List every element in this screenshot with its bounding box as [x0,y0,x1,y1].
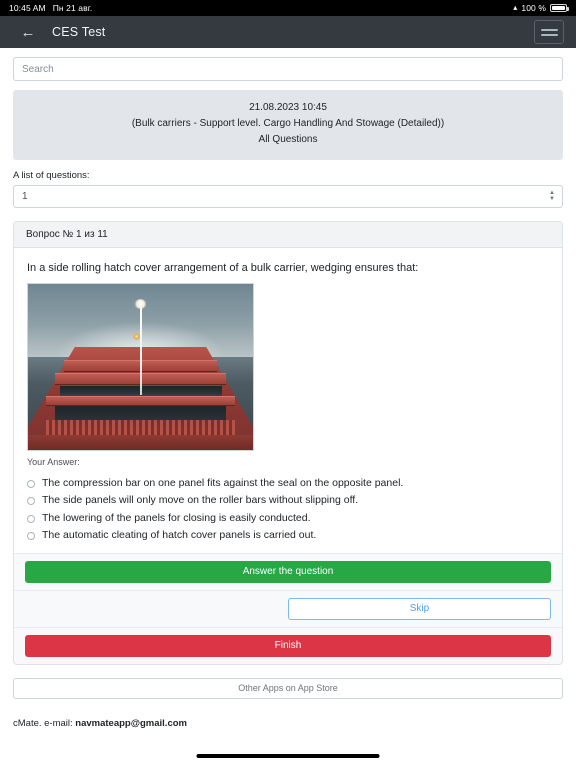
back-arrow-icon[interactable]: ← [20,25,36,40]
answer-option[interactable]: The lowering of the panels for closing i… [27,510,551,528]
answer-option[interactable]: The side panels will only move on the ro… [27,492,551,510]
question-counter: Вопрос № 1 из 11 [14,221,562,248]
skip-row: Skip [14,590,562,628]
question-card-body: In a side rolling hatch cover arrangemen… [14,248,562,545]
answer-option-label: The automatic cleating of hatch cover pa… [42,529,317,542]
test-datetime: 21.08.2023 10:45 [249,102,327,113]
answer-option-label: The side panels will only move on the ro… [42,494,359,507]
answer-option[interactable]: The automatic cleating of hatch cover pa… [27,527,551,545]
hamburger-bar [540,33,558,36]
wifi-icon: ▴ [513,3,518,12]
question-card: Вопрос № 1 из 11 In a side rolling hatch… [13,220,563,665]
photo-mast [139,305,142,395]
battery-percent-label: 100 % [521,3,546,13]
answer-options: The compression bar on one panel fits ag… [27,475,551,545]
status-bar-time: 10:45 AM [9,3,46,13]
radio-button-icon[interactable] [27,479,35,488]
finish-row: Finish [14,627,562,664]
your-answer-label: Your Answer: [27,456,80,467]
search-input[interactable] [13,57,563,81]
test-subject: (Bulk carriers - Support level. Cargo Ha… [131,118,445,130]
skip-button[interactable]: Skip [288,597,551,620]
ios-status-bar: 10:45 AM Пн 21 авг. ▴ 100 % [0,0,576,16]
test-info-panel: 21.08.2023 10:45 (Bulk carriers - Suppor… [13,90,563,160]
page-title: CES Test [52,25,106,39]
answer-option-label: The lowering of the panels for closing i… [42,511,311,524]
footer-email: navmateapp@gmail.com [75,717,187,729]
radio-button-icon[interactable] [27,532,35,541]
photo-foredeck [28,434,253,450]
question-list-label: A list of questions: [13,169,90,181]
question-list-select-wrap: 1 ▲ ▼ [13,184,563,208]
status-bar-right: ▴ 100 % [513,3,569,13]
answer-option-label: The compression bar on one panel fits ag… [42,476,404,489]
radio-button-icon[interactable] [27,514,35,523]
status-bar-date: Пн 21 авг. [52,3,93,13]
test-scope: All Questions [258,134,318,146]
card-actions: Answer the question Skip Finish [14,552,562,664]
page-content: 21.08.2023 10:45 (Bulk carriers - Suppor… [0,48,576,729]
question-list-select[interactable]: 1 [13,184,563,208]
footer-credit: cMate. e-mail: navmateapp@gmail.com [13,718,563,729]
radio-button-icon[interactable] [27,497,35,506]
hamburger-bar [540,28,558,31]
app-navbar: ← CES Test [0,16,576,48]
question-text: In a side rolling hatch cover arrangemen… [27,261,419,274]
answer-row: Answer the question [14,553,562,591]
footer-credit-prefix: cMate. e-mail: [13,717,76,729]
bulk-carrier-hatch-covers-photo [27,282,254,451]
other-apps-on-app-store-button[interactable]: Other Apps on App Store [13,677,563,699]
finish-button[interactable]: Finish [25,634,551,657]
photo-hatch-cover [46,395,235,406]
answer-option[interactable]: The compression bar on one panel fits ag… [27,475,551,493]
status-bar-left: 10:45 AM Пн 21 авг. [9,3,92,13]
photo-deck-lamp [132,333,140,341]
home-indicator [196,754,380,758]
answer-the-question-button[interactable]: Answer the question [25,560,551,583]
battery-full-icon [550,4,569,12]
hamburger-menu-icon[interactable] [534,20,564,44]
